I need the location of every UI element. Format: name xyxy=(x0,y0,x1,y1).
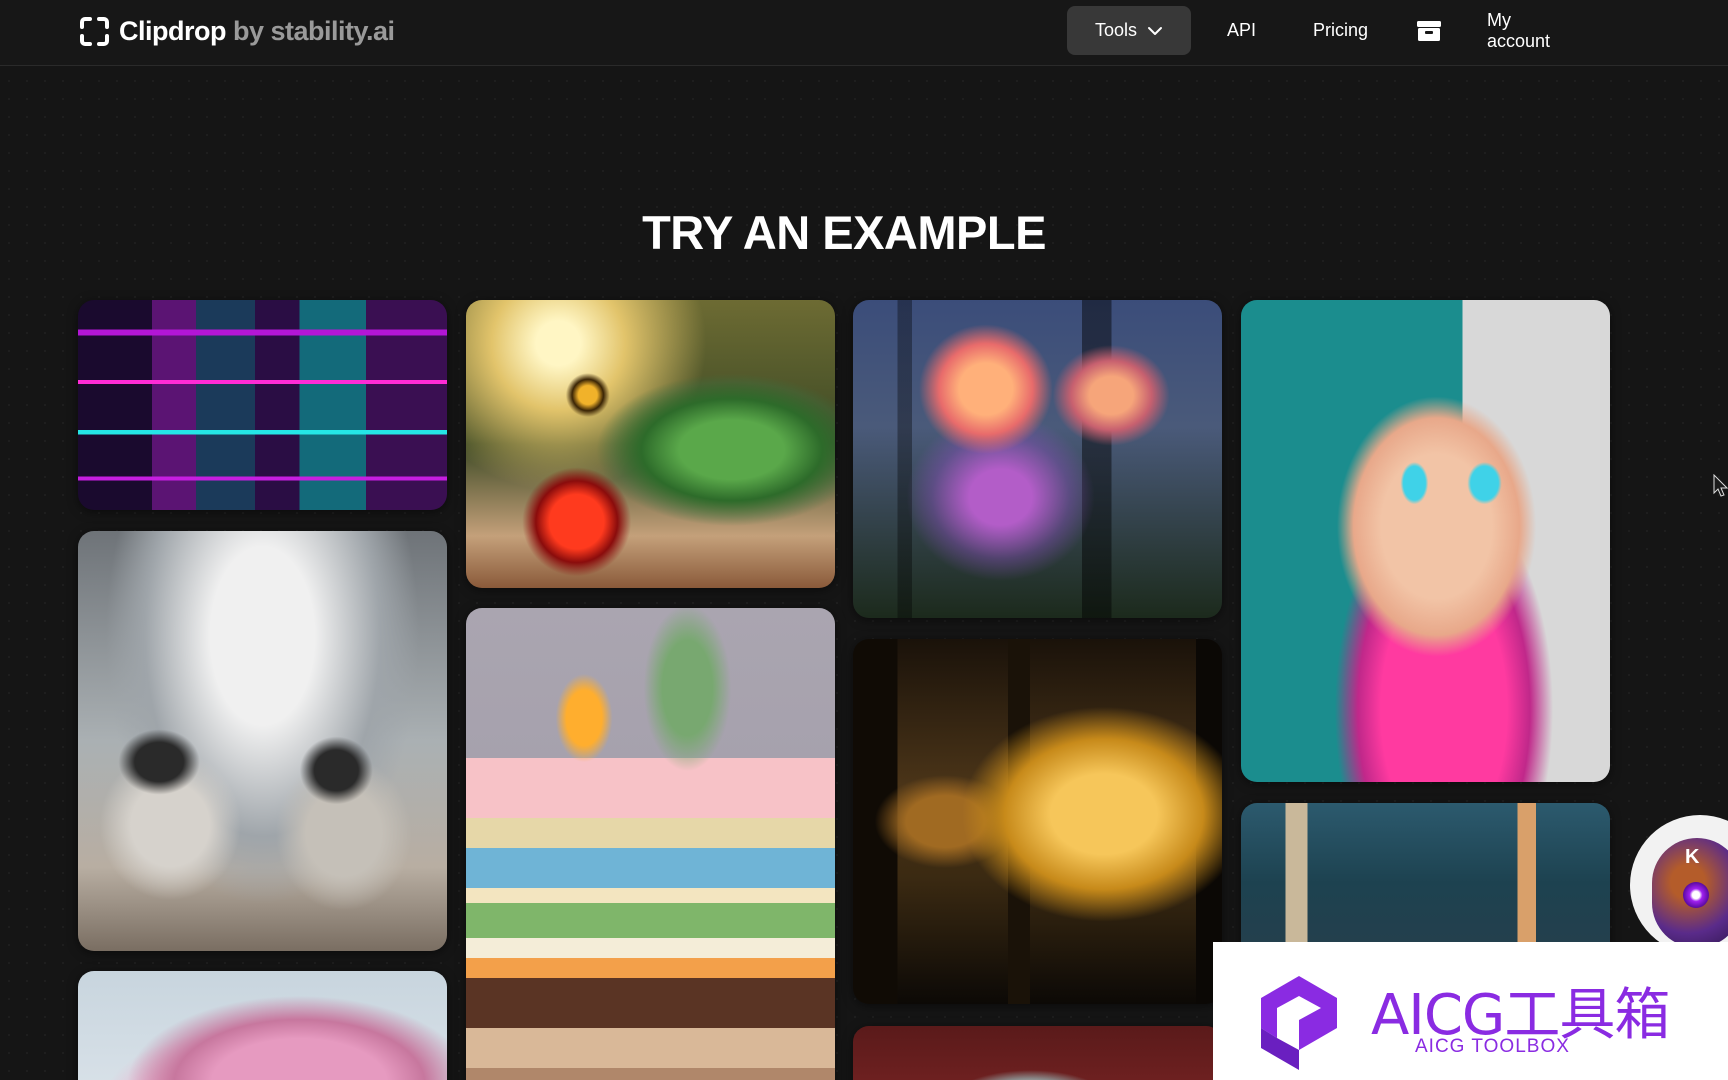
aicg-toolbox-watermark: AICG工具箱 AICG TOOLBOX xyxy=(1213,942,1728,1080)
mouse-cursor-icon xyxy=(1713,474,1728,497)
nav-link-my-account[interactable]: My account xyxy=(1487,6,1550,55)
logo-brand: Clipdrop xyxy=(119,15,226,46)
example-card-cherry-blossom[interactable] xyxy=(78,971,447,1080)
eye-icon xyxy=(1683,882,1709,908)
example-card-neon-building[interactable] xyxy=(78,300,447,510)
archive-icon xyxy=(1417,20,1441,41)
chevron-down-icon xyxy=(1148,26,1163,35)
clipdrop-logo-icon xyxy=(80,16,109,46)
aicg-logo-icon xyxy=(1261,976,1337,1070)
example-card-bee-and-jar[interactable] xyxy=(466,300,835,588)
example-card-dog-sunglasses[interactable] xyxy=(1241,300,1610,782)
nav-link-api[interactable]: API xyxy=(1227,6,1256,55)
section-title: TRY AN EXAMPLE xyxy=(642,206,1046,259)
example-card-layer-cake[interactable] xyxy=(466,608,835,1080)
logo-text: Clipdrop by stability.ai xyxy=(119,16,395,47)
watermark-subtitle: AICG TOOLBOX xyxy=(1415,1036,1570,1057)
top-navbar: Clipdrop by stability.ai Tools API Prici… xyxy=(0,0,1728,66)
tools-label: Tools xyxy=(1094,20,1138,40)
nav-link-pricing[interactable]: Pricing xyxy=(1313,6,1368,55)
example-card-jellyfish-forest[interactable] xyxy=(853,300,1222,618)
logo-brand-suffix: by stability.ai xyxy=(225,15,395,46)
example-card-portrait[interactable] xyxy=(853,1026,1222,1080)
tools-dropdown-button[interactable]: Tools xyxy=(1067,6,1191,55)
example-card-train-window[interactable] xyxy=(853,639,1222,1004)
example-card-cowboys-horses[interactable] xyxy=(78,531,447,951)
avatar-badge: K xyxy=(1685,846,1700,868)
clipdrop-logo[interactable]: Clipdrop by stability.ai xyxy=(78,14,395,48)
archive-button[interactable] xyxy=(1416,6,1442,55)
